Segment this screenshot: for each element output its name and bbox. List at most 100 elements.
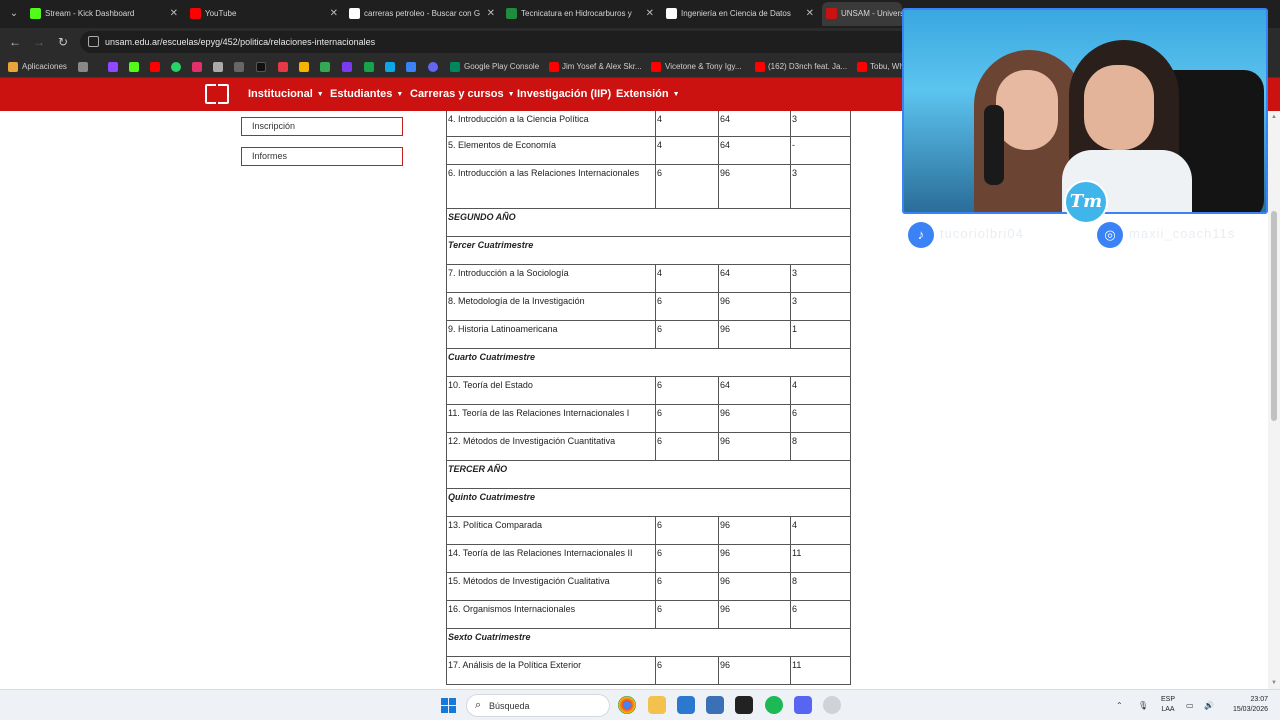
section-heading: Quinto Cuatrimestre	[446, 487, 851, 517]
subject-value-cell: 8	[790, 431, 851, 461]
bookmark-icon[interactable]	[342, 62, 352, 72]
scrollbar-thumb[interactable]	[1271, 211, 1277, 421]
scroll-up-icon[interactable]: ▲	[1270, 113, 1278, 121]
table-row: 8. Metodología de la Investigación 6 96 3	[446, 291, 851, 321]
study-plan-table: 4. Introducción a la Ciencia Política 4 64…	[446, 111, 851, 685]
discord-icon[interactable]	[794, 696, 812, 714]
browser-tab[interactable]: Ingeniería en Ciencia de Datos ✕	[662, 2, 818, 26]
subject-name-cell: 5. Elementos de Economía	[446, 135, 656, 165]
informes-button[interactable]: Informes	[241, 147, 403, 166]
bookmark-icon[interactable]	[364, 62, 374, 72]
subject-value-cell: 6	[655, 599, 719, 629]
drive-icon[interactable]	[299, 62, 309, 72]
inscripcion-button[interactable]: Inscripción	[241, 117, 403, 136]
page-scrollbar[interactable]: ▲ ▼	[1268, 111, 1280, 689]
network-icon[interactable]: ▭	[1186, 690, 1194, 721]
obs-icon[interactable]	[823, 696, 841, 714]
taskbar-search[interactable]: ⌕ Búsqueda	[466, 694, 610, 717]
subject-value-cell: 3	[790, 111, 851, 137]
close-tab-icon[interactable]: ✕	[806, 2, 814, 26]
spotify-icon[interactable]	[765, 696, 783, 714]
url-text: unsam.edu.ar/escuelas/epyg/452/politica/…	[105, 37, 376, 47]
section-heading: Sexto Cuatrimestre	[446, 627, 851, 657]
table-row: 10. Teoría del Estado 6 64 4	[446, 375, 851, 405]
kick-icon[interactable]	[129, 62, 139, 72]
nav-estudiantes[interactable]: Estudiantes ▼	[330, 78, 403, 111]
tm-logo: Tm	[1064, 180, 1108, 224]
subject-value-cell: 96	[718, 599, 791, 629]
bookmark-icon[interactable]	[428, 62, 438, 72]
file-explorer-icon[interactable]	[648, 696, 666, 714]
browser-tab[interactable]: UNSAM - Univers	[822, 2, 902, 26]
subject-name-cell: 12. Métodos de Investigación Cuantitativ…	[446, 431, 656, 461]
youtube-icon	[857, 62, 867, 72]
bookmark-jim-yosef[interactable]: Jim Yosef & Alex Skr...	[562, 56, 642, 78]
bookmark-icon[interactable]	[320, 62, 330, 72]
language-indicator[interactable]: ESP LAA	[1156, 695, 1180, 715]
browser-tab[interactable]: YouTube ✕	[186, 2, 342, 26]
bookmark-icon[interactable]	[234, 62, 244, 72]
unsam-logo-icon[interactable]	[205, 84, 229, 104]
close-tab-icon[interactable]: ✕	[170, 2, 178, 26]
whatsapp-icon[interactable]	[171, 62, 181, 72]
store-icon[interactable]	[677, 696, 695, 714]
close-tab-icon[interactable]: ✕	[487, 2, 495, 26]
calculator-icon[interactable]	[706, 696, 724, 714]
back-arrow-icon[interactable]: ←	[6, 33, 24, 51]
bookmark-vicetone[interactable]: Vicetone & Tony Igy...	[665, 56, 742, 78]
tiktok-handle: tucoriolbri04	[940, 226, 1024, 241]
bookmark-icon[interactable]	[278, 62, 288, 72]
reload-icon[interactable]: ↻	[54, 33, 72, 51]
chrome-icon[interactable]	[618, 696, 636, 714]
windows-start-icon[interactable]	[441, 698, 456, 713]
close-tab-icon[interactable]: ✕	[330, 2, 338, 26]
capcut-icon[interactable]	[735, 696, 753, 714]
twitch-icon[interactable]	[108, 62, 118, 72]
browser-tab[interactable]: Tecnicatura en Hidrocarburos y ✕	[502, 2, 658, 26]
site-info-icon[interactable]	[88, 36, 99, 47]
bookmark-icon[interactable]	[385, 62, 395, 72]
bookmark-icon[interactable]	[213, 62, 223, 72]
nav-institucional[interactable]: Institucional ▼	[248, 78, 324, 111]
nav-extension[interactable]: Extensión ▼	[616, 78, 680, 111]
caret-down-icon: ▼	[507, 91, 515, 98]
tiktok-icon[interactable]	[256, 62, 266, 72]
microphone-tray-icon[interactable]: 🎙	[1138, 690, 1148, 721]
subject-value-cell: 3	[790, 263, 851, 293]
close-tab-icon[interactable]: ✕	[646, 2, 654, 26]
bookmark-d3nch[interactable]: (162) D3nch feat. Ja...	[768, 56, 847, 78]
table-row: TERCER AÑO	[446, 459, 851, 489]
nav-investigacion[interactable]: Investigación (IIP)	[517, 78, 611, 111]
table-row: 16. Organismos Internacionales 6 96 6	[446, 599, 851, 629]
subject-value-cell: 11	[790, 543, 851, 573]
bookmark-icon[interactable]	[406, 62, 416, 72]
doc-icon	[506, 8, 517, 19]
subject-value-cell: 4	[790, 515, 851, 545]
subject-value-cell: 6	[655, 543, 719, 573]
bookmark-apps[interactable]: Aplicaciones	[22, 56, 67, 78]
apps-launcher-icon[interactable]	[78, 62, 88, 72]
scroll-down-icon[interactable]: ▼	[1270, 679, 1278, 687]
tray-chevron-icon[interactable]: ⌃	[1116, 690, 1123, 721]
bookmark-tobu[interactable]: Tobu, Wh	[870, 56, 904, 78]
windows-taskbar: ⌕ Búsqueda ⌃ 🎙 ESP LAA ▭ 🔊 23:07 15/03/2…	[0, 689, 1280, 720]
subject-value-cell: 96	[718, 431, 791, 461]
instagram-icon[interactable]	[192, 62, 202, 72]
instagram-icon: ◎	[1097, 222, 1123, 248]
youtube-icon[interactable]	[150, 62, 160, 72]
up-icon	[666, 8, 677, 19]
volume-icon[interactable]: 🔊	[1204, 690, 1214, 721]
bookmark-google-play[interactable]: Google Play Console	[464, 56, 539, 78]
tab-search-chevron-icon[interactable]: ⌄	[6, 6, 22, 22]
forward-arrow-icon[interactable]: →	[30, 33, 48, 51]
url-bar[interactable]: unsam.edu.ar/escuelas/epyg/452/politica/…	[80, 31, 910, 53]
system-clock[interactable]: 23:07 15/03/2026	[1222, 695, 1268, 715]
nav-carreras[interactable]: Carreras y cursos ▼	[410, 78, 515, 111]
nav-label: Investigación (IIP)	[517, 88, 612, 100]
subject-name-cell: 14. Teoría de las Relaciones Internacion…	[446, 543, 656, 573]
browser-tab[interactable]: Stream - Kick Dashboard ✕	[26, 2, 182, 26]
instagram-handle: maxii_coach11s	[1129, 226, 1236, 241]
youtube-icon	[190, 8, 201, 19]
table-row: 5. Elementos de Economía 4 64-	[446, 135, 851, 165]
browser-tab[interactable]: carreras petroleo - Buscar con G ✕	[345, 2, 499, 26]
